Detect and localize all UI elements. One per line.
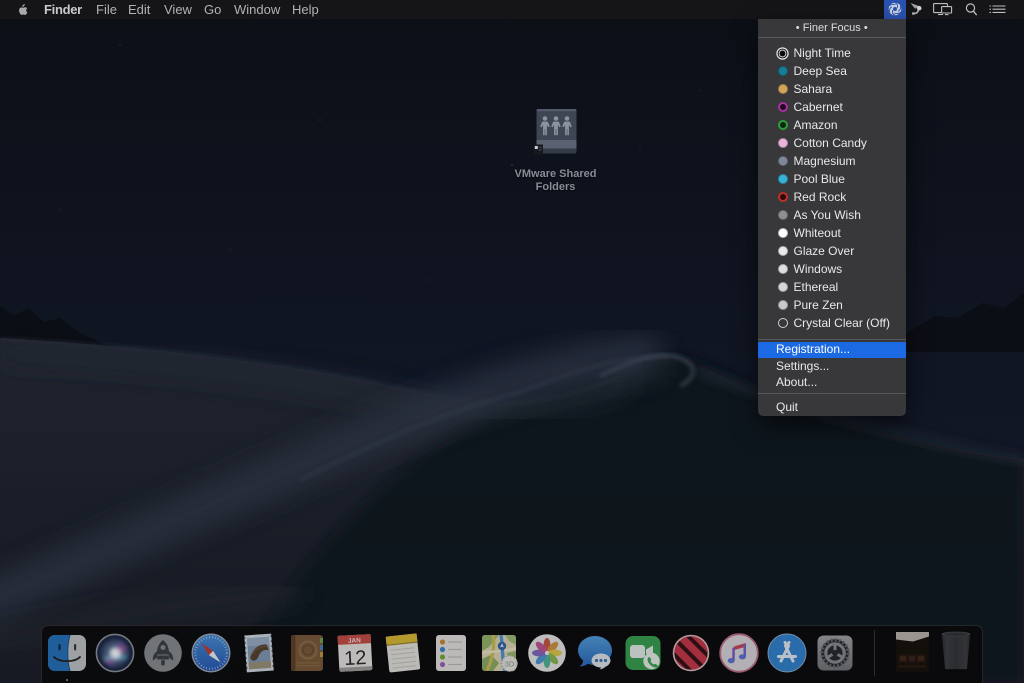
svg-text:3D: 3D: [505, 659, 515, 668]
svg-text:12: 12: [344, 647, 367, 670]
svg-text:JAN: JAN: [348, 637, 362, 645]
